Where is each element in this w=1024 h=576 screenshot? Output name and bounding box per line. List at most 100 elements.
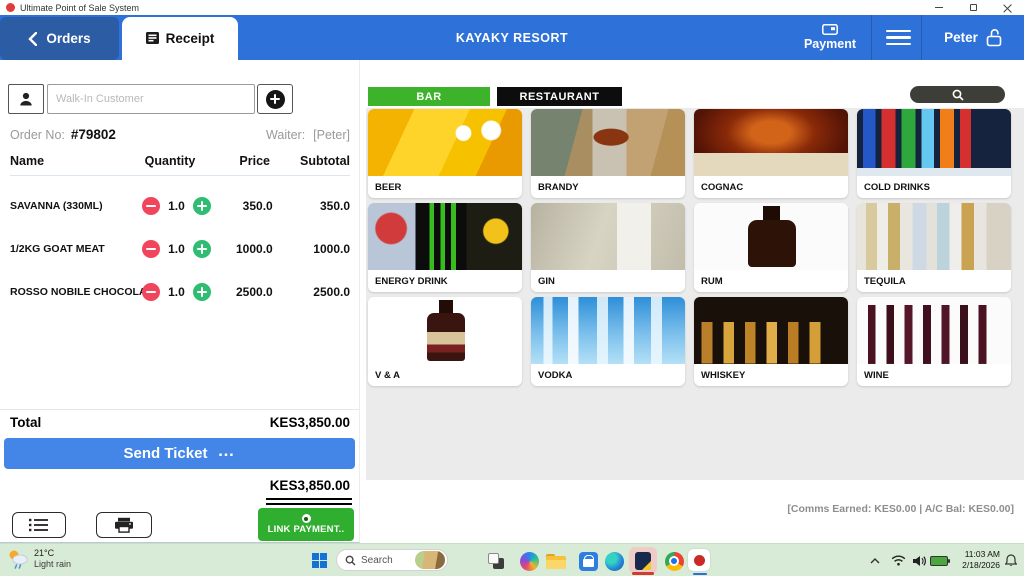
column-price: Price <box>206 154 270 168</box>
orders-back-button[interactable]: Orders <box>0 17 119 60</box>
category-image-cold-drinks <box>857 109 1011 176</box>
maximize-icon <box>970 4 977 11</box>
windows-taskbar: 21°C Light rain Search <box>0 543 1024 576</box>
copilot-icon <box>520 552 539 571</box>
file-explorer-button[interactable] <box>544 549 568 573</box>
volume-button[interactable] <box>910 544 928 576</box>
start-button[interactable] <box>312 553 327 568</box>
decrease-quantity-button[interactable] <box>142 283 160 301</box>
weather-icon <box>6 548 30 570</box>
column-name: Name <box>10 154 134 168</box>
task-view-button[interactable] <box>484 549 508 573</box>
wifi-button[interactable] <box>888 544 908 576</box>
chrome-icon <box>665 552 684 571</box>
decrease-quantity-button[interactable] <box>142 240 160 258</box>
app-icon <box>6 3 15 12</box>
category-label: ENERGY DRINK <box>368 270 522 292</box>
link-payment-button[interactable]: LINK PAYMENT.. <box>258 508 354 541</box>
search-icon <box>952 89 964 101</box>
cbk-app-icon <box>688 549 710 571</box>
window-title: Ultimate Point of Sale System <box>20 3 139 13</box>
category-card-vodka[interactable]: VODKA <box>531 297 685 386</box>
taskbar-search-box[interactable]: Search <box>336 549 448 571</box>
payment-button[interactable]: Payment <box>793 15 867 60</box>
receipt-tab-label: Receipt <box>166 31 215 46</box>
person-icon <box>18 91 34 107</box>
taskbar-clock[interactable]: 11:03 AM 2/18/2026 <box>948 549 1000 571</box>
total-value: KES3,850.00 <box>270 415 350 430</box>
category-image-rum <box>694 203 848 270</box>
category-card-beer[interactable]: BEER <box>368 109 522 198</box>
customer-button[interactable] <box>8 84 44 114</box>
pos-app-taskbar-button-active[interactable] <box>629 547 657 574</box>
category-card-whiskey[interactable]: WHISKEY <box>694 297 848 386</box>
total-label: Total <box>10 415 41 430</box>
speaker-icon <box>912 555 926 567</box>
category-image-vodka <box>531 297 685 364</box>
category-card-cold-drinks[interactable]: COLD DRINKS <box>857 109 1011 198</box>
chrome-button[interactable] <box>662 549 686 573</box>
microsoft-store-button[interactable] <box>576 549 600 573</box>
category-label: WINE <box>857 364 1011 386</box>
search-placeholder: Search <box>361 555 393 566</box>
category-grid: BEER BRANDY COGNAC COLD DRINKS ENERGY DR… <box>368 109 1011 386</box>
increase-quantity-button[interactable] <box>193 197 211 215</box>
tab-bar[interactable]: BAR <box>368 87 490 106</box>
send-ticket-button[interactable]: Send Ticket … <box>4 438 355 469</box>
waiter-name: [Peter] <box>313 128 350 142</box>
hamburger-icon <box>886 30 911 33</box>
weather-widget[interactable]: 21°C Light rain <box>6 548 71 570</box>
increase-quantity-button[interactable] <box>193 240 211 258</box>
tab-receipt[interactable]: Receipt <box>122 17 238 60</box>
folder-icon <box>546 554 566 569</box>
category-image-tequila <box>857 203 1011 270</box>
copilot-button[interactable] <box>517 549 541 573</box>
customer-search-input[interactable] <box>47 84 255 114</box>
order-no-label: Order No: <box>10 128 65 142</box>
category-card-gin[interactable]: GIN <box>531 203 685 292</box>
user-menu-button[interactable]: Peter <box>924 15 1022 60</box>
order-number: #79802 <box>71 127 116 142</box>
orders-label: Orders <box>46 31 90 46</box>
catalog-search-button[interactable] <box>910 86 1005 103</box>
minimize-button[interactable] <box>922 0 956 15</box>
category-image-brandy <box>531 109 685 176</box>
category-card-va[interactable]: V & A <box>368 297 522 386</box>
category-label: COGNAC <box>694 176 848 198</box>
hamburger-menu-button[interactable] <box>877 22 919 53</box>
cbk-app-button[interactable] <box>687 548 711 572</box>
waiter-label: Waiter: <box>266 128 305 142</box>
item-price: 1000.0 <box>211 242 273 256</box>
maximize-button[interactable] <box>956 0 990 15</box>
mpesa-icon <box>302 514 311 523</box>
category-card-cognac[interactable]: COGNAC <box>694 109 848 198</box>
column-subtotal: Subtotal <box>270 154 350 168</box>
order-item-row: 1/2KG GOAT MEAT 1.0 1000.0 1000.0 <box>10 237 350 261</box>
store-icon <box>579 552 598 571</box>
tray-expand-button[interactable] <box>866 544 884 576</box>
close-button[interactable] <box>990 0 1024 15</box>
account-status-line: [Comms Earned: KES0.00 | A/C Bal: KES0.0… <box>787 503 1014 515</box>
increase-quantity-button[interactable] <box>193 283 211 301</box>
order-meta-row: Order No: #79802 Waiter: [Peter] <box>10 126 350 144</box>
window-controls <box>922 0 1024 15</box>
notifications-button[interactable] <box>1002 544 1020 576</box>
category-card-energy-drink[interactable]: ENERGY DRINK <box>368 203 522 292</box>
item-quantity: 1.0 <box>160 242 193 256</box>
task-view-icon <box>488 553 504 569</box>
battery-button[interactable] <box>928 544 950 576</box>
print-button[interactable] <box>96 512 152 538</box>
category-card-wine[interactable]: WINE <box>857 297 1011 386</box>
edge-browser-button[interactable] <box>602 549 626 573</box>
decrease-quantity-button[interactable] <box>142 197 160 215</box>
order-list-button[interactable] <box>12 512 66 538</box>
category-card-rum[interactable]: RUM <box>694 203 848 292</box>
category-label: COLD DRINKS <box>857 176 1011 198</box>
add-customer-button[interactable] <box>257 84 293 114</box>
column-quantity: Quantity <box>134 154 206 168</box>
category-card-brandy[interactable]: BRANDY <box>531 109 685 198</box>
category-card-tequila[interactable]: TEQUILA <box>857 203 1011 292</box>
edge-icon <box>605 552 624 571</box>
pos-application-window: Ultimate Point of Sale System Orders Rec… <box>0 0 1024 576</box>
tab-restaurant[interactable]: RESTAURANT <box>497 87 622 106</box>
